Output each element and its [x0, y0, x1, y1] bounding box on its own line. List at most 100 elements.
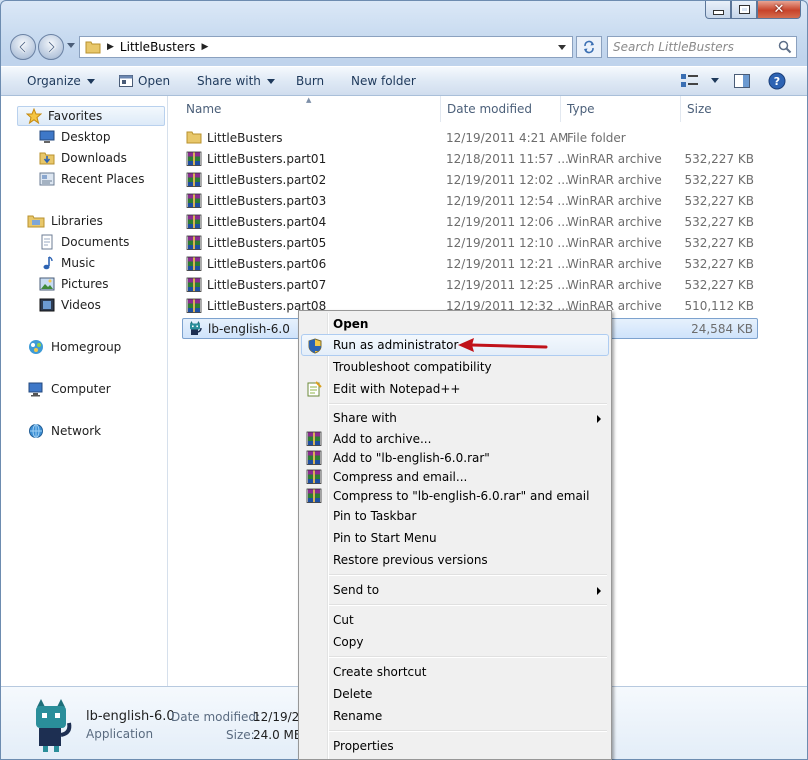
sidebar-item-desktop[interactable]: Desktop [39, 127, 111, 147]
details-size-label: Size: [226, 728, 255, 742]
burn-button[interactable]: Burn [296, 74, 324, 88]
menu-item-pin-to-taskbar[interactable]: Pin to Taskbar [301, 505, 609, 527]
sidebar-item-network[interactable]: Network [27, 421, 101, 441]
menu-item-label: Properties [333, 739, 394, 753]
menu-item-send-to[interactable]: Send to [301, 579, 609, 601]
menu-item-share-with[interactable]: Share with [301, 407, 609, 429]
column-header-date-modified[interactable]: Date modified [441, 96, 561, 122]
view-dropdown-button[interactable] [705, 73, 719, 87]
share-with-label: Share with [197, 74, 261, 88]
open-button[interactable]: Open [138, 74, 170, 88]
file-type: WinRAR archive [567, 152, 662, 166]
menu-item-label: Add to "lb-english-6.0.rar" [333, 451, 490, 465]
table-row[interactable]: LittleBusters.part02 12/19/2011 12:02 ...… [182, 170, 758, 191]
menu-item-cut[interactable]: Cut [301, 609, 609, 631]
file-name: LittleBusters.part04 [207, 215, 327, 229]
file-type: WinRAR archive [567, 278, 662, 292]
table-row[interactable]: LittleBusters.part03 12/19/2011 12:54 ...… [182, 191, 758, 212]
breadcrumb-separator-icon[interactable]: ▶ [201, 42, 208, 52]
sidebar-item-homegroup[interactable]: Homegroup [27, 337, 121, 357]
address-dropdown-icon[interactable] [558, 45, 566, 50]
share-with-button[interactable]: Share with [197, 74, 275, 88]
menu-item-open[interactable]: Open [301, 313, 609, 335]
svg-text:?: ? [774, 75, 780, 88]
menu-item-restore-previous-versions[interactable]: Restore previous versions [301, 549, 609, 571]
menu-item-label: Edit with Notepad++ [333, 382, 461, 396]
menu-item-label: Add to archive... [333, 432, 432, 446]
menu-item-compress-to-rar-and-email[interactable]: Compress to "lb-english-6.0.rar" and ema… [301, 485, 609, 507]
menu-item-label: Run as administrator [333, 338, 459, 352]
menu-item-label: Cut [333, 613, 354, 627]
sidebar-item-label: Documents [61, 235, 130, 249]
winrar-icon [186, 193, 202, 212]
table-row[interactable]: LittleBusters.part01 12/18/2011 11:57 ...… [182, 149, 758, 170]
search-icon[interactable] [778, 40, 792, 54]
search-box[interactable] [607, 36, 797, 58]
menu-item-pin-to-start-menu[interactable]: Pin to Start Menu [301, 527, 609, 549]
sidebar-item-recent-places[interactable]: Recent Places [39, 169, 144, 189]
file-name: LittleBusters.part03 [207, 194, 327, 208]
organize-button[interactable]: Organize [27, 74, 95, 88]
search-input[interactable] [613, 38, 773, 56]
help-icon[interactable]: ? [768, 72, 786, 90]
sidebar-item-music[interactable]: Music [39, 253, 95, 273]
column-header-type[interactable]: Type [561, 96, 681, 122]
file-name: LittleBusters.part02 [207, 173, 327, 187]
forward-button[interactable] [38, 34, 64, 60]
table-row[interactable]: LittleBusters.part04 12/19/2011 12:06 ...… [182, 212, 758, 233]
close-button[interactable]: ✕ [757, 1, 801, 19]
menu-item-run-as-administrator[interactable]: Run as administrator [301, 334, 609, 356]
details-date-label: Date modified: [171, 710, 261, 724]
new-folder-button[interactable]: New folder [351, 74, 416, 88]
file-size: 24,584 KB [691, 322, 753, 336]
sidebar-item-libraries[interactable]: Libraries [27, 211, 103, 231]
submenu-arrow-icon [597, 415, 601, 423]
menu-item-properties[interactable]: Properties [301, 735, 609, 757]
column-header-name[interactable]: Name [180, 96, 441, 122]
file-date-modified: 12/19/2011 4:21 AM [446, 131, 569, 145]
file-type: File folder [567, 131, 626, 145]
column-header-size[interactable]: Size [681, 96, 759, 122]
sidebar-item-downloads[interactable]: Downloads [39, 148, 127, 168]
star-icon [26, 108, 42, 124]
menu-item-create-shortcut[interactable]: Create shortcut [301, 661, 609, 683]
downloads-folder-icon [39, 151, 55, 165]
menu-item-copy[interactable]: Copy [301, 631, 609, 653]
breadcrumb-item[interactable]: LittleBusters [120, 40, 196, 54]
recent-pages-dropdown[interactable] [67, 43, 75, 48]
table-row[interactable]: LittleBusters.part05 12/19/2011 12:10 ...… [182, 233, 758, 254]
menu-separator [329, 730, 607, 732]
sidebar-item-pictures[interactable]: Pictures [39, 274, 109, 294]
sidebar-item-videos[interactable]: Videos [39, 295, 101, 315]
menu-item-delete[interactable]: Delete [301, 683, 609, 705]
table-row[interactable]: LittleBusters.part06 12/19/2011 12:21 ...… [182, 254, 758, 275]
sidebar-item-label: Videos [61, 298, 101, 312]
menu-item-troubleshoot-compatibility[interactable]: Troubleshoot compatibility [301, 356, 609, 378]
view-options-icon[interactable] [681, 74, 699, 88]
maximize-button[interactable] [731, 1, 757, 19]
file-date-modified: 12/19/2011 12:21 ... [446, 257, 569, 271]
chevron-down-icon [266, 79, 275, 84]
sidebar-item-computer[interactable]: Computer [27, 379, 111, 399]
refresh-button[interactable] [576, 36, 602, 58]
back-button[interactable] [10, 34, 36, 60]
table-row[interactable]: LittleBusters.part07 12/19/2011 12:25 ...… [182, 275, 758, 296]
sidebar-item-documents[interactable]: Documents [39, 232, 129, 252]
details-file-name: lb-english-6.0 [86, 709, 175, 724]
details-size-value: 24.0 MB [253, 728, 303, 742]
menu-separator [329, 403, 607, 405]
sidebar-item-favorites[interactable]: Favorites [17, 106, 165, 126]
menu-separator [329, 656, 607, 658]
menu-item-edit-with-notepad[interactable]: Edit with Notepad++ [301, 378, 609, 400]
winrar-icon [186, 151, 202, 170]
preview-pane-icon[interactable] [734, 73, 750, 89]
refresh-icon [584, 40, 594, 54]
forward-arrow-icon [48, 41, 56, 53]
file-size: 532,227 KB [684, 215, 754, 229]
file-date-modified: 12/19/2011 12:10 ... [446, 236, 569, 250]
table-row[interactable]: LittleBusters 12/19/2011 4:21 AM File fold… [182, 128, 758, 149]
menu-item-rename[interactable]: Rename [301, 705, 609, 727]
menu-separator [329, 604, 607, 606]
address-bar[interactable]: ▶ LittleBusters ▶ [79, 36, 573, 58]
minimize-button[interactable] [705, 1, 731, 19]
